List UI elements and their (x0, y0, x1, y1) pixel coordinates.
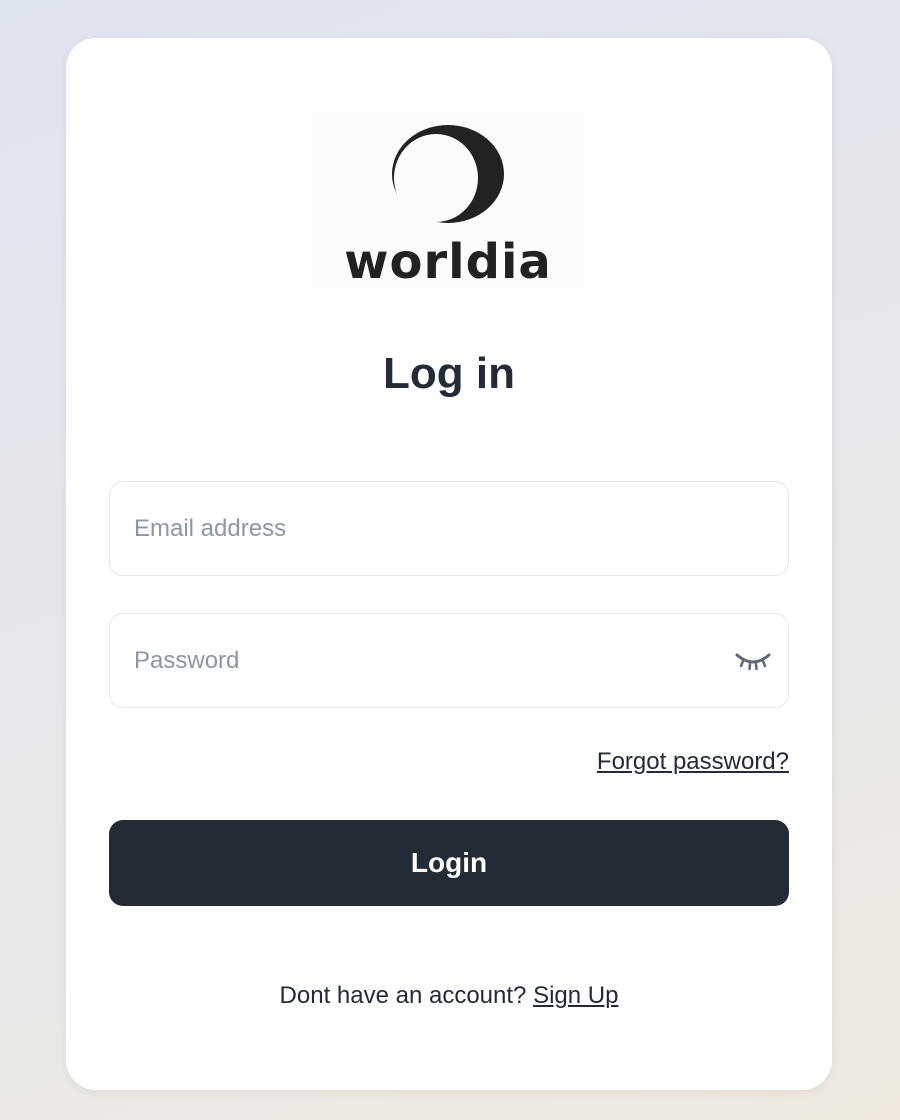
signup-link[interactable]: Sign Up (533, 982, 618, 1009)
page-title: Log in (383, 349, 515, 398)
forgot-password-link[interactable]: Forgot password? (597, 748, 789, 776)
brand-wordmark: worldia (344, 234, 552, 290)
password-field[interactable] (134, 614, 694, 707)
eye-closed-icon[interactable] (734, 646, 772, 674)
ring-logo-icon (392, 125, 504, 223)
signup-prompt: Dont have an account? (279, 982, 534, 1009)
login-card: worldia Log in Forgot password? Login Do… (66, 38, 832, 1090)
password-field-container (109, 613, 789, 708)
brand-logo: worldia (312, 110, 584, 290)
login-button[interactable]: Login (109, 820, 789, 906)
email-field[interactable] (134, 482, 694, 575)
signup-row: Dont have an account? Sign Up (66, 982, 832, 1010)
email-field-container (109, 481, 789, 576)
